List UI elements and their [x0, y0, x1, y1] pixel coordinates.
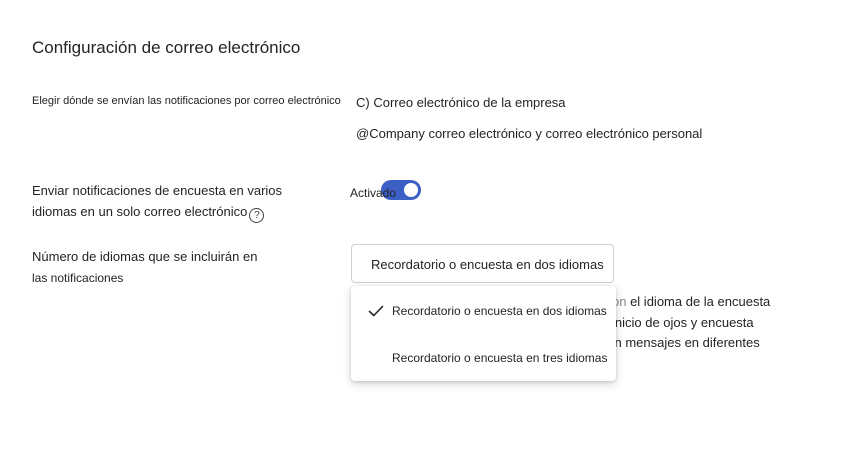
language-count-dropdown-menu: Recordatorio o encuesta en dos idiomas R…	[351, 286, 616, 381]
dropdown-option-two-languages[interactable]: Recordatorio o encuesta en dos idiomas	[351, 291, 616, 331]
question-circle-icon[interactable]: ?	[249, 208, 265, 223]
toggle-knob	[404, 183, 418, 197]
notifications-destination-label: Elegir dónde se envían las notificacione…	[32, 95, 341, 107]
multilang-label: Enviar notificaciones de encuesta en var…	[32, 180, 302, 223]
language-count-selected-value: Recordatorio o encuesta en dos idiomas	[371, 257, 604, 272]
partial-description-line3: 'n mensajes en diferentes	[612, 335, 760, 350]
destination-option-company[interactable]: C) Correo electrónico de la empresa	[356, 95, 566, 110]
checkmark-icon	[368, 305, 384, 317]
language-count-label: Número de idiomas que se incluirán en la…	[32, 246, 272, 289]
language-count-label-line2: las notificaciones	[32, 271, 124, 285]
multilang-toggle[interactable]: Activado	[350, 180, 430, 202]
dropdown-option-label: Recordatorio o encuesta en tres idiomas	[392, 351, 608, 365]
partial-description-text: on el idioma de la encuesta inicio de oj…	[612, 292, 852, 354]
language-count-label-line1: Número de idiomas que se incluirán en	[32, 249, 258, 264]
partial-description-line1: el idioma de la encuesta	[626, 294, 771, 309]
multilang-label-line2: idiomas en un solo correo electrónico	[32, 204, 248, 219]
language-count-select[interactable]: Recordatorio o encuesta en dos idiomas	[351, 244, 614, 283]
dropdown-option-three-languages[interactable]: Recordatorio o encuesta en tres idiomas	[351, 338, 616, 378]
destination-option-company-and-personal[interactable]: @Company correo electrónico y correo ele…	[356, 126, 702, 141]
email-settings-page: Configuración de correo electrónico Eleg…	[0, 0, 860, 451]
page-title: Configuración de correo electrónico	[32, 38, 301, 57]
dropdown-option-label: Recordatorio o encuesta en dos idiomas	[392, 304, 607, 318]
multilang-label-line1: Enviar notificaciones de encuesta en var…	[32, 183, 283, 198]
partial-description-line2: inicio de ojos y encuesta	[612, 314, 754, 330]
toggle-label: Activado	[350, 186, 397, 200]
